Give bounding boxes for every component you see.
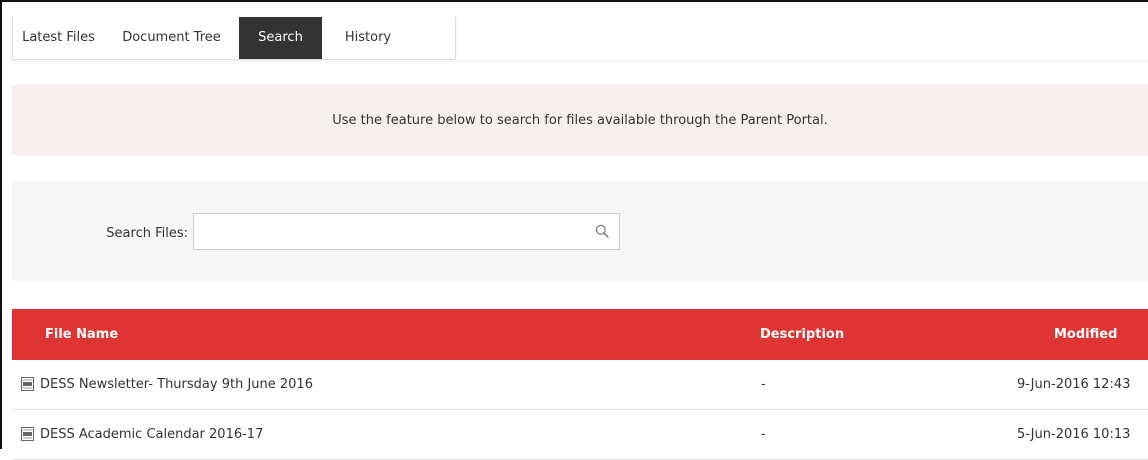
header-description[interactable]: Description <box>760 309 844 360</box>
file-description: - <box>761 427 766 442</box>
file-name-link[interactable]: DESS Newsletter- Thursday 9th June 2016 <box>40 360 313 409</box>
file-name-link[interactable]: DESS Academic Calendar 2016-17 <box>40 410 263 459</box>
tab-latest-files[interactable]: Latest Files <box>13 17 104 59</box>
tab-document-tree[interactable]: Document Tree <box>104 17 239 59</box>
search-label: Search Files: <box>106 226 188 241</box>
notice-text: Use the feature below to search for file… <box>332 112 828 128</box>
search-icon[interactable] <box>595 224 609 238</box>
header-modified[interactable]: Modified <box>1054 309 1117 360</box>
tab-bar: Latest Files Document Tree Search Histor… <box>12 17 456 60</box>
file-modified: 9-Jun-2016 12:43 <box>1017 377 1131 392</box>
search-input[interactable] <box>194 214 600 249</box>
file-description: - <box>761 377 766 392</box>
tab-history[interactable]: History <box>322 17 414 59</box>
search-notice: Use the feature below to search for file… <box>12 85 1148 155</box>
tab-shadow <box>12 60 1148 64</box>
table-row[interactable]: DESS Newsletter- Thursday 9th June 2016 … <box>12 360 1148 410</box>
table-row[interactable]: DESS Academic Calendar 2016-17 - 5-Jun-2… <box>12 410 1148 460</box>
file-modified: 5-Jun-2016 10:13 <box>1017 427 1131 442</box>
pdf-file-icon <box>21 427 34 441</box>
tab-search[interactable]: Search <box>239 17 322 59</box>
search-field <box>193 213 620 250</box>
pdf-file-icon <box>21 377 34 391</box>
header-file-name[interactable]: File Name <box>45 309 118 360</box>
file-table-header: File Name Description Modified <box>12 309 1148 360</box>
